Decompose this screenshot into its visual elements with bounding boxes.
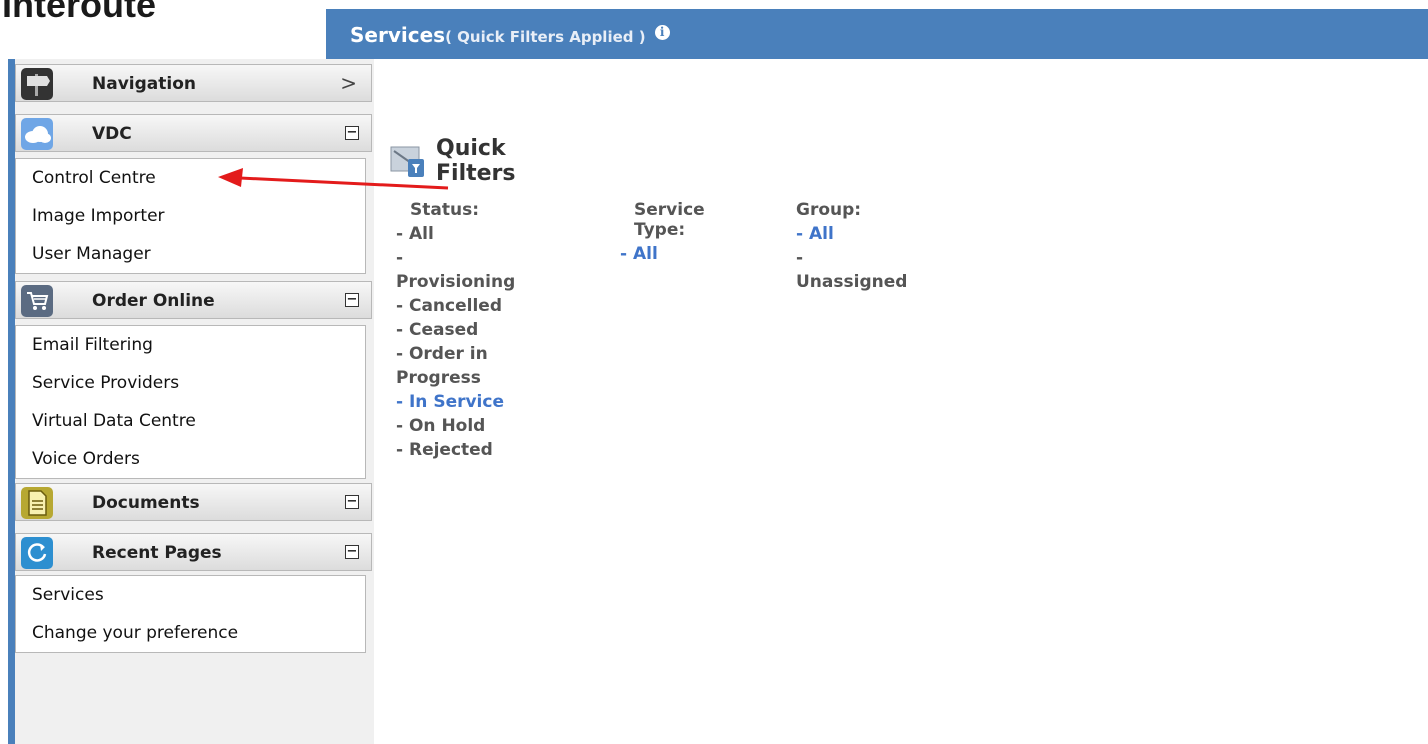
quick-filters-title: Quick Filters	[436, 136, 516, 186]
sidebar-item-control-centre[interactable]: Control Centre	[16, 159, 365, 197]
collapse-icon[interactable]: −	[345, 293, 359, 307]
sidebar-item-service-providers[interactable]: Service Providers	[16, 364, 365, 402]
sidebar-item-voice-orders[interactable]: Voice Orders	[16, 440, 365, 478]
cart-icon	[21, 285, 53, 317]
status-filter-label: Status:	[410, 200, 479, 220]
refresh-icon	[21, 537, 53, 569]
page-title-bar: Services( Quick Filters Applied ) i	[326, 9, 1428, 59]
signpost-icon	[21, 68, 53, 100]
status-filter-option[interactable]: - Ceased	[396, 318, 515, 342]
sidebar-navigation-label: Navigation	[92, 74, 196, 94]
sidebar-order-online-header[interactable]: Order Online −	[15, 281, 372, 319]
status-filter-option-active[interactable]: - In Service	[396, 390, 515, 414]
sidebar-item-image-importer[interactable]: Image Importer	[16, 197, 365, 235]
status-filter-option[interactable]: - Provisioning	[396, 246, 515, 294]
status-filter-option[interactable]: - Cancelled	[396, 294, 515, 318]
collapse-icon[interactable]: −	[345, 495, 359, 509]
sidebar-vdc-list: Control Centre Image Importer User Manag…	[15, 158, 366, 274]
status-filter-option[interactable]: - On Hold	[396, 414, 515, 438]
group-filter-option[interactable]: - Unassigned	[796, 246, 907, 294]
group-filter-column: Group: - All - Unassigned	[796, 200, 907, 294]
status-filter-option[interactable]: - Rejected	[396, 438, 515, 462]
sidebar: Navigation > VDC − Control Centre Image …	[8, 59, 374, 744]
status-filter-column: Status: - All - Provisioning - Cancelled…	[396, 200, 515, 462]
sidebar-inner: Navigation > VDC − Control Centre Image …	[15, 59, 374, 744]
info-icon[interactable]: i	[654, 25, 670, 40]
service-type-filter-column: Service Type: - All	[620, 200, 705, 266]
sidebar-item-services[interactable]: Services	[16, 576, 365, 614]
page-title-main: Services	[350, 23, 446, 47]
chevron-right-icon[interactable]: >	[340, 71, 357, 95]
sidebar-recent-pages-list: Services Change your preference	[15, 575, 366, 653]
collapse-icon[interactable]: −	[345, 545, 359, 559]
sidebar-vdc-label: VDC	[92, 124, 132, 144]
page-title-subtitle: ( Quick Filters Applied )	[445, 28, 646, 46]
collapse-icon[interactable]: −	[345, 126, 359, 140]
sidebar-navigation-header[interactable]: Navigation >	[15, 64, 372, 102]
sidebar-item-user-manager[interactable]: User Manager	[16, 235, 365, 273]
group-filter-option-active[interactable]: - All	[796, 222, 907, 246]
cloud-icon	[21, 118, 53, 150]
quick-filters-heading: Quick Filters	[390, 136, 516, 186]
sidebar-recent-pages-header[interactable]: Recent Pages −	[15, 533, 372, 571]
group-filter-label: Group:	[796, 200, 862, 220]
sidebar-order-online-list: Email Filtering Service Providers Virtua…	[15, 325, 366, 479]
status-filter-option[interactable]: - Order in Progress	[396, 342, 515, 390]
filter-icon	[390, 143, 426, 179]
sidebar-item-virtual-data-centre[interactable]: Virtual Data Centre	[16, 402, 365, 440]
sidebar-order-online-label: Order Online	[92, 291, 215, 311]
sidebar-documents-label: Documents	[92, 493, 200, 513]
sidebar-item-change-preference[interactable]: Change your preference	[16, 614, 365, 652]
brand-logo: Interoute	[2, 0, 157, 25]
service-type-filter-label: Service Type:	[634, 200, 705, 240]
status-filter-option[interactable]: - All	[396, 222, 515, 246]
sidebar-item-email-filtering[interactable]: Email Filtering	[16, 326, 365, 364]
sidebar-vdc-header[interactable]: VDC −	[15, 114, 372, 152]
sidebar-documents-header[interactable]: Documents −	[15, 483, 372, 521]
document-icon	[21, 487, 53, 519]
service-type-filter-option-active[interactable]: - All	[620, 242, 705, 266]
page-title: Services( Quick Filters Applied ) i	[350, 23, 670, 47]
sidebar-recent-pages-label: Recent Pages	[92, 543, 222, 563]
